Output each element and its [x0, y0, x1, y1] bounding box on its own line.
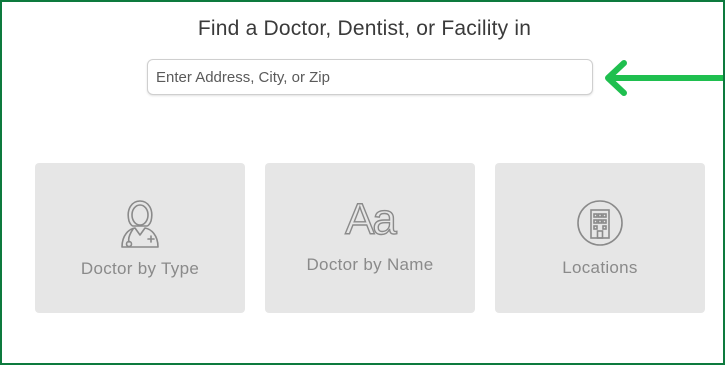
finder-panel: Find a Doctor, Dentist, or Facility in D…: [0, 0, 725, 365]
tile-label: Doctor by Name: [306, 255, 434, 274]
tile-label: Doctor by Type: [80, 259, 200, 278]
doctor-by-name-tile[interactable]: Aa Doctor by Name: [265, 163, 475, 313]
locations-tile[interactable]: Locations: [495, 163, 705, 313]
tile-label: Locations: [562, 258, 638, 277]
aa-icon-text: Aa: [344, 195, 397, 244]
page-title: Find a Doctor, Dentist, or Facility in: [197, 17, 532, 40]
doctor-by-type-tile[interactable]: Doctor by Type: [35, 163, 245, 313]
location-search-input[interactable]: [147, 59, 593, 95]
left-arrow-icon: [605, 60, 723, 96]
doctor-icon: [35, 199, 245, 249]
building-icon: [495, 199, 705, 247]
aa-icon: Aa: [265, 195, 475, 244]
